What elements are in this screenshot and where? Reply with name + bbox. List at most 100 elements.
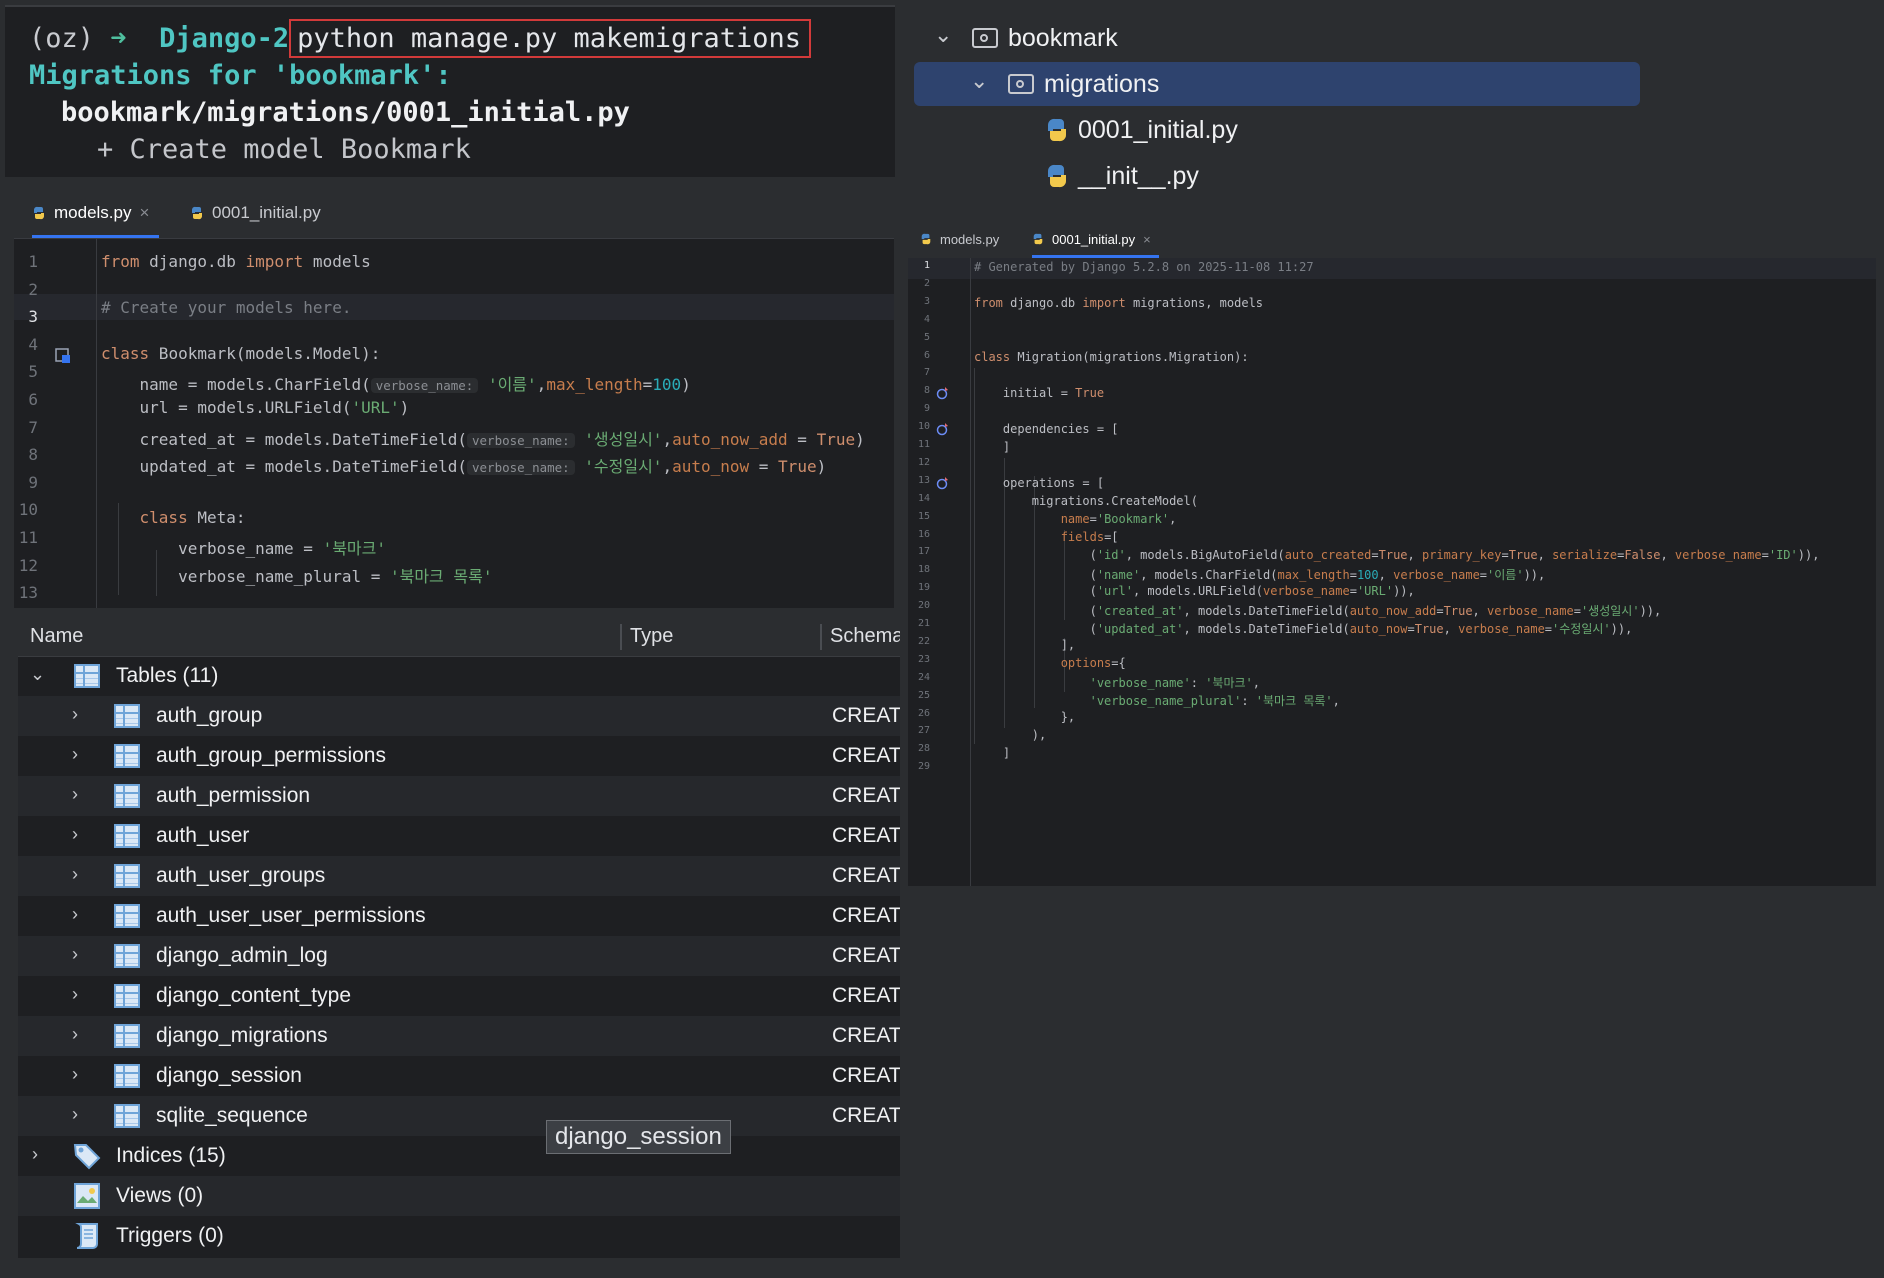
project-tree[interactable]: ⌄ bookmark ⌄ migrations 0001_initial.py … [910, 16, 1640, 206]
tree-item-init[interactable]: __init__.py [910, 154, 1640, 198]
table-row[interactable]: › auth_user CREATE [18, 816, 900, 856]
tooltip: django_session [546, 1120, 731, 1154]
code-line: # Create your models here. [101, 298, 352, 317]
tree-item-label: __init__.py [1078, 162, 1199, 190]
table-row[interactable]: › django_session CREATE [18, 1056, 900, 1096]
gutter-separator [970, 258, 971, 886]
chevron-right-icon[interactable]: › [72, 824, 78, 845]
table-ddl: CREATE [832, 984, 900, 1007]
table-row[interactable]: › auth_group_permissions CREATE [18, 736, 900, 776]
chevron-right-icon[interactable]: › [72, 864, 78, 885]
table-row[interactable]: › auth_user_groups CREATE [18, 856, 900, 896]
chevron-down-icon[interactable]: ⌄ [30, 664, 45, 685]
terminal-panel[interactable]: (oz) ➜ Django-2 python manage.py makemigr… [5, 5, 895, 177]
tree-item-bookmark[interactable]: ⌄ bookmark [910, 16, 1640, 60]
code-line: 'verbose_name': '북마크', [1089, 676, 1261, 690]
chevron-right-icon[interactable]: › [72, 984, 78, 1005]
code-line: ] [974, 440, 1011, 454]
chevron-right-icon[interactable]: › [72, 744, 78, 765]
chevron-right-icon[interactable]: › [72, 784, 78, 805]
table-row[interactable]: › auth_group CREATE [18, 696, 900, 736]
line-number: 22 [917, 635, 930, 647]
chevron-right-icon[interactable]: › [72, 944, 78, 965]
line-number: 10 [18, 500, 38, 520]
line-number: 8 [923, 385, 930, 397]
tables-group-row[interactable]: ⌄ Tables (11) [18, 656, 900, 696]
folder-icon [972, 28, 998, 48]
chevron-right-icon[interactable]: › [72, 1104, 78, 1125]
column-schema[interactable]: Schema [830, 625, 900, 648]
chevron-down-icon[interactable]: ⌄ [934, 22, 952, 48]
model-gutter-icon[interactable] [54, 347, 72, 365]
models-editor[interactable]: models.py × 0001_initial.py 1 2 3 4 5 6 7 8 9 10 1… [14, 188, 894, 608]
line-number: 17 [917, 546, 930, 558]
table-row[interactable]: › django_admin_log CREATE [18, 936, 900, 976]
line-number: 1 [28, 252, 38, 271]
code-line: class Bookmark(models.Model): [101, 344, 381, 363]
editor-tab-bar: models.py × 0001_initial.py [14, 188, 894, 239]
tab-0001-initial-py[interactable]: 0001_initial.py × [1032, 220, 1159, 258]
views-group-row[interactable]: Views (0) [18, 1176, 900, 1216]
chevron-right-icon[interactable]: › [72, 1024, 78, 1045]
code-line: ('url', models.URLField(verbose_name='UR… [974, 584, 1415, 598]
chevron-right-icon[interactable]: › [72, 704, 78, 725]
line-number: 2 [923, 277, 930, 289]
table-ddl: CREATE [832, 784, 900, 807]
code-line: created_at = models.DateTimeField(verbos… [101, 430, 865, 449]
table-row[interactable]: › sqlite_sequence CREATE [18, 1096, 900, 1136]
column-divider[interactable] [620, 624, 622, 650]
table-row[interactable]: › auth_user_user_permissions CREATE [18, 896, 900, 936]
tab-label: models.py [940, 231, 1000, 247]
trigger-scroll-icon [75, 1223, 98, 1249]
tree-item-0001-initial[interactable]: 0001_initial.py [910, 108, 1640, 152]
code-area[interactable]: 1 2 3 4 5 6 7 8 9 10 11 12 13 from django.db import … [14, 238, 894, 608]
migration-editor[interactable]: models.py 0001_initial.py × 1 2 3 4 5 6 7 8 9 10 1… [908, 220, 1876, 886]
chevron-right-icon[interactable]: › [32, 1144, 38, 1165]
chevron-right-icon[interactable]: › [72, 1064, 78, 1085]
close-icon[interactable]: × [139, 203, 149, 223]
code-line: verbose_name = '북마크' [101, 539, 386, 558]
table-ddl: CREATE [832, 1104, 900, 1127]
table-row[interactable]: › django_migrations CREATE [18, 1016, 900, 1056]
table-icon [114, 1104, 140, 1128]
table-row[interactable]: › django_content_type CREATE [18, 976, 900, 1016]
database-explorer[interactable]: Name Type Schema ⌄ Tables (11) › auth_gro… [18, 618, 900, 1258]
code-area[interactable]: 1 2 3 4 5 6 7 8 9 10 11 12 13 14 15 16 17 18 19 20 21 22 23 24 2… [908, 258, 1876, 886]
code-line: ] [974, 746, 1011, 760]
line-number: 21 [917, 618, 930, 629]
table-icon [114, 944, 140, 968]
line-number: 9 [28, 472, 38, 492]
line-number: 26 [917, 707, 930, 719]
code-line: verbose_name_plural = '북마크 목록' [101, 567, 493, 586]
triggers-group-row[interactable]: Triggers (0) [18, 1216, 900, 1256]
override-gutter-icon[interactable] [936, 386, 950, 400]
code-line: ('updated_at', models.DateTimeField(auto… [974, 622, 1633, 636]
override-gutter-icon[interactable] [936, 476, 950, 490]
table-ddl: CREATE [832, 824, 900, 847]
table-row[interactable]: › auth_permission CREATE [18, 776, 900, 816]
line-number: 3 [28, 307, 38, 327]
line-number: 12 [917, 456, 930, 468]
indices-group-row[interactable]: › Indices (15) [18, 1136, 900, 1176]
python-file-icon [1033, 233, 1043, 245]
tab-0001-initial-py[interactable]: 0001_initial.py [190, 188, 321, 238]
column-type[interactable]: Type [630, 625, 673, 648]
line-number: 1 [923, 260, 930, 271]
override-gutter-icon[interactable] [936, 422, 950, 436]
tree-item-migrations[interactable]: ⌄ migrations [914, 62, 1640, 106]
line-number: 4 [923, 313, 930, 325]
terminal-command: python manage.py makemigrations [289, 19, 812, 58]
close-icon[interactable]: × [1143, 232, 1151, 247]
terminal-directory: Django-2 [159, 23, 290, 54]
column-divider[interactable] [820, 624, 822, 650]
table-name: django_content_type [156, 984, 351, 1007]
tab-models-py[interactable]: models.py × [32, 188, 160, 238]
column-name[interactable]: Name [30, 625, 83, 648]
table-name: sqlite_sequence [156, 1104, 308, 1127]
line-number: 5 [28, 362, 38, 382]
chevron-down-icon[interactable]: ⌄ [970, 68, 988, 94]
chevron-right-icon[interactable]: › [72, 904, 78, 925]
line-number: 16 [917, 528, 930, 540]
tab-models-py[interactable]: models.py [920, 220, 999, 258]
table-ddl: CREATE [832, 904, 900, 927]
